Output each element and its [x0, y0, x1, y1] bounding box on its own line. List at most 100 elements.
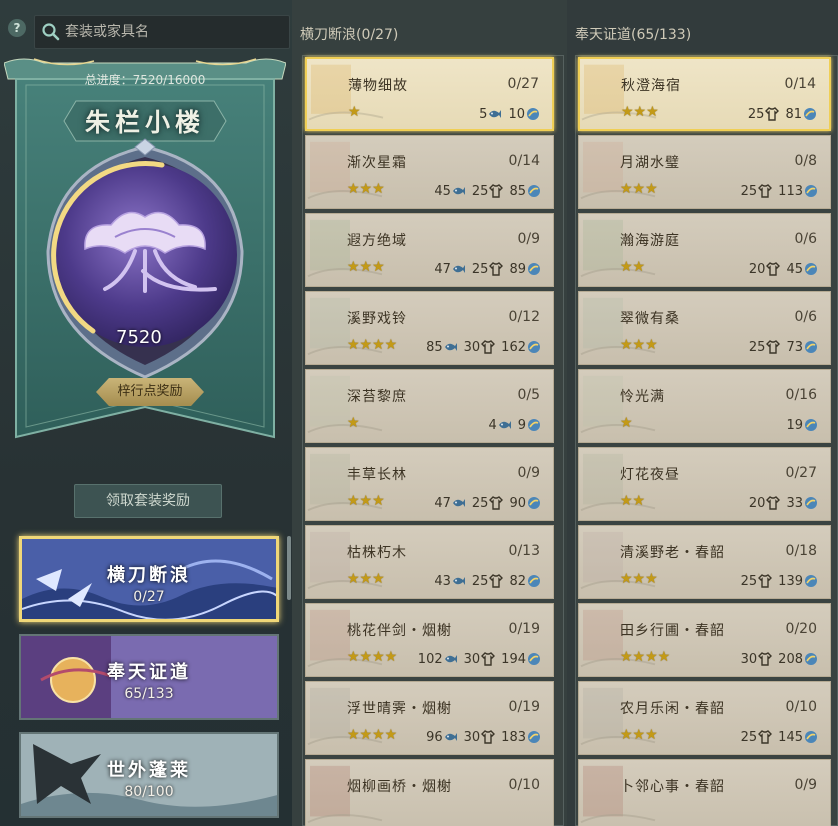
- item-stats: 49: [482, 416, 541, 434]
- search-input[interactable]: [65, 20, 285, 44]
- furniture-item-card[interactable]: 瀚海游庭 0/6 ★★ 20 45: [578, 213, 831, 287]
- furniture-item-card[interactable]: 卜邻心事・春韶 0/9: [578, 759, 831, 826]
- star-rating: ★★: [620, 493, 646, 509]
- stat-fish-value: 85: [426, 339, 443, 355]
- coin-icon: [528, 341, 540, 353]
- stat-coin: 45: [786, 262, 818, 277]
- furniture-item-card[interactable]: 月湖水璧 0/8 ★★★ 25 113: [578, 135, 831, 209]
- stat-coin-value: 9: [517, 417, 526, 433]
- star-rating: ★★★: [347, 181, 385, 197]
- coin-icon: [528, 497, 540, 509]
- furniture-item-count: 0/14: [508, 153, 540, 169]
- coin-icon: [805, 419, 817, 431]
- stat-coin-value: 208: [778, 651, 803, 667]
- star-rating: ★: [347, 415, 360, 431]
- furniture-item-card[interactable]: 田乡行圃・春韶 0/20 ★★★★ 30 208: [578, 603, 831, 677]
- furniture-item-card[interactable]: 丰草长林 0/9 ★★★ 47 25 90: [305, 447, 554, 521]
- furniture-thumbnail-icon: [307, 687, 383, 746]
- stat-clothes-value: 30: [740, 651, 758, 667]
- furniture-item-card[interactable]: 枯株朽木 0/13 ★★★ 43 25 82: [305, 525, 554, 599]
- furniture-thumbnail-icon: [307, 531, 383, 590]
- furniture-item-card[interactable]: 翠微有桑 0/6 ★★★ 25 73: [578, 291, 831, 365]
- furniture-item-card[interactable]: 遐方绝域 0/9 ★★★ 47 25 89: [305, 213, 554, 287]
- furniture-item-count: 0/19: [508, 699, 540, 715]
- set-card-name: 世外蓬莱: [107, 760, 191, 781]
- furniture-item-name: 田乡行圃・春韶: [620, 623, 725, 639]
- item-stats: 25 145: [735, 728, 818, 746]
- stat-fish: 102: [418, 652, 458, 667]
- emblem-score: 7520: [116, 327, 162, 348]
- furniture-item-card[interactable]: 秋澄海宿 0/14 ★★★ 25 81: [578, 57, 831, 131]
- stat-coin: 85: [509, 184, 541, 199]
- fish-icon: [452, 499, 465, 507]
- stat-clothes: 25: [472, 574, 504, 589]
- stat-fish: 5: [479, 107, 502, 122]
- furniture-item-card[interactable]: 渐次星霜 0/14 ★★★ 45 25 85: [305, 135, 554, 209]
- furniture-item-card[interactable]: 浮世晴霁・烟榭 0/19 ★★★★ 96 30 183: [305, 681, 554, 755]
- star-rating: ★★★★: [347, 727, 398, 743]
- stat-coin-value: 19: [786, 417, 803, 433]
- collect-set-reward-button[interactable]: 领取套装奖励: [74, 484, 222, 518]
- stat-coin: 162: [501, 340, 541, 355]
- stat-clothes: 25: [741, 574, 773, 589]
- stat-clothes-value: 25: [740, 573, 758, 589]
- star-rating: ★★★: [347, 493, 385, 509]
- reward-badge[interactable]: 梓行点奖励: [96, 378, 204, 406]
- furniture-item-card[interactable]: 清溪野老・春韶 0/18 ★★★ 25 139: [578, 525, 831, 599]
- furniture-item-card[interactable]: 薄物细故 0/27 ★ 5 10: [305, 57, 554, 131]
- furniture-item-card[interactable]: 灯花夜昼 0/27 ★★ 20 33: [578, 447, 831, 521]
- stat-clothes: 25: [472, 496, 504, 511]
- set-card-count: 0/27: [133, 589, 165, 605]
- stat-clothes-value: 25: [740, 729, 758, 745]
- item-stats: 47 25 90: [428, 494, 541, 512]
- column-header: 横刀断浪(0/27): [300, 27, 399, 43]
- furniture-item-name: 遐方绝域: [347, 233, 407, 249]
- furniture-item-name: 桃花伴剑・烟榭: [347, 623, 452, 639]
- furniture-item-card[interactable]: 溪野戏铃 0/12 ★★★★ 85 30 162: [305, 291, 554, 365]
- stat-coin-value: 10: [508, 106, 525, 122]
- stat-coin: 145: [778, 730, 818, 745]
- fish-icon: [444, 733, 457, 741]
- search-box[interactable]: [34, 15, 290, 49]
- coin-icon: [527, 108, 539, 120]
- clothes-icon: [766, 262, 781, 276]
- stat-fish-value: 5: [479, 106, 488, 122]
- stat-coin-value: 145: [778, 729, 803, 745]
- stat-fish-value: 96: [426, 729, 443, 745]
- furniture-item-card[interactable]: 农月乐闲・春韶 0/10 ★★★ 25 145: [578, 681, 831, 755]
- furniture-item-count: 0/6: [794, 231, 817, 247]
- set-card-shiwai[interactable]: 世外蓬莱 80/100: [19, 732, 279, 818]
- stat-coin: 81: [785, 107, 817, 122]
- star-rating: ★★★★: [347, 649, 398, 665]
- stat-fish-value: 43: [434, 573, 451, 589]
- set-card-hengdao[interactable]: 横刀断浪 0/27: [19, 536, 279, 622]
- furniture-item-card[interactable]: 怜光满 0/16 ★ 19: [578, 369, 831, 443]
- stat-fish: 43: [434, 574, 466, 589]
- item-stats: 102 30 194: [412, 650, 541, 668]
- stat-clothes: 20: [749, 262, 781, 277]
- clothes-icon: [766, 496, 781, 510]
- star-rating: ★★★: [620, 337, 658, 353]
- stat-coin: 194: [501, 652, 541, 667]
- coin-icon: [805, 497, 817, 509]
- help-icon[interactable]: ?: [8, 19, 26, 37]
- furniture-item-name: 灯花夜昼: [620, 467, 680, 483]
- furniture-item-count: 0/16: [785, 387, 817, 403]
- coin-icon: [805, 731, 817, 743]
- furniture-item-count: 0/10: [508, 777, 540, 793]
- furniture-thumbnail-icon: [307, 219, 383, 278]
- stat-coin: 113: [778, 184, 818, 199]
- furniture-item-count: 0/13: [508, 543, 540, 559]
- stat-clothes: 20: [749, 496, 781, 511]
- set-card-fengtian[interactable]: 奉天证道 65/133: [19, 634, 279, 720]
- furniture-item-card[interactable]: 深苔黎庶 0/5 ★ 4 9: [305, 369, 554, 443]
- furniture-item-card[interactable]: 桃花伴剑・烟榭 0/19 ★★★★ 102 30 194: [305, 603, 554, 677]
- furniture-item-card[interactable]: 烟柳画桥・烟榭 0/10: [305, 759, 554, 826]
- stat-coin-value: 82: [509, 573, 526, 589]
- item-stats: 5 10: [473, 105, 540, 123]
- furniture-item-count: 0/18: [785, 543, 817, 559]
- left-scrollbar[interactable]: [287, 536, 291, 600]
- coin-icon: [528, 653, 540, 665]
- clothes-icon: [489, 184, 504, 198]
- furniture-thumbnail-icon: [580, 687, 656, 746]
